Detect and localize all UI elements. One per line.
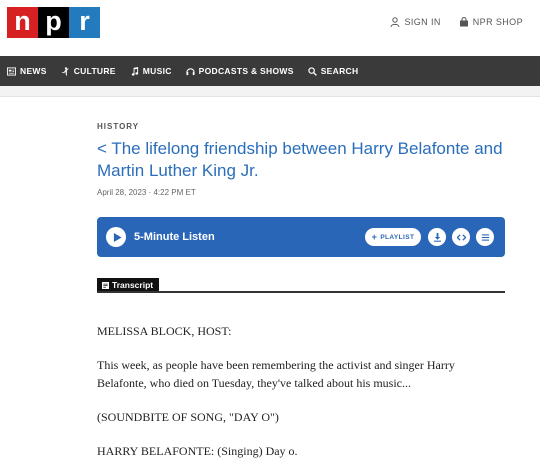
listen-duration-label: 5-Minute Listen (134, 231, 215, 243)
sign-in-label: SIGN IN (404, 17, 441, 27)
play-button[interactable] (106, 227, 126, 247)
article-slug[interactable]: HISTORY (97, 122, 139, 131)
site-header: n p r SIGN IN NPR SHOP (0, 0, 540, 56)
transcript-tab-label: Transcript (112, 280, 154, 290)
transcript-paragraph: HARRY BELAFONTE: (Singing) Day o. (97, 444, 298, 458)
transcript-tab[interactable]: Transcript (97, 278, 160, 292)
npr-shop-label: NPR SHOP (472, 17, 523, 27)
nav-item-music[interactable]: MUSIC (130, 66, 172, 76)
embed-icon (456, 233, 466, 241)
nav-item-podcasts[interactable]: PODCASTS & SHOWS (186, 66, 294, 76)
shopping-bag-icon (459, 17, 468, 27)
nav-divider (0, 86, 540, 97)
npr-shop-link[interactable]: NPR SHOP (459, 17, 523, 27)
transcript-icon (102, 281, 109, 289)
search-icon (308, 66, 317, 76)
article-date: April 28, 2023 · 4:22 PM ET (97, 188, 196, 197)
plus-icon: + (371, 231, 378, 242)
logo-letter-p: p (38, 7, 69, 38)
nav-label: MUSIC (142, 66, 172, 76)
logo-letter-n: n (7, 7, 38, 38)
play-icon (113, 232, 122, 242)
nav-item-search[interactable]: SEARCH (308, 66, 359, 76)
logo-letter-r: r (69, 7, 100, 38)
transcript-speaker: MELISSA BLOCK, HOST: (97, 324, 232, 338)
sign-in-link[interactable]: SIGN IN (390, 17, 440, 27)
nav-label: CULTURE (73, 66, 116, 76)
nav-item-culture[interactable]: CULTURE (61, 66, 116, 76)
main-nav: NEWS CULTURE MUSIC PODCASTS & SHOWS SEAR… (0, 56, 540, 86)
culture-icon (61, 66, 69, 76)
add-to-playlist-button[interactable]: + PLAYLIST (365, 228, 421, 246)
download-icon (433, 232, 441, 242)
music-icon (131, 66, 138, 76)
transcript-soundbite: (SOUNDBITE OF SONG, "DAY O") (97, 410, 279, 424)
audio-player: 5-Minute Listen + PLAYLIST (97, 217, 505, 257)
embed-button[interactable] (452, 228, 470, 246)
download-button[interactable] (428, 228, 446, 246)
nav-label: PODCASTS & SHOWS (198, 66, 294, 76)
menu-lines-icon (481, 233, 489, 241)
nav-label: NEWS (20, 66, 47, 76)
playlist-label: PLAYLIST (380, 233, 415, 241)
npr-logo[interactable]: n p r (7, 7, 100, 38)
news-icon (7, 66, 16, 76)
transcript-paragraph: This week, as people have been rememberi… (97, 358, 455, 390)
nav-item-news[interactable]: NEWS (7, 66, 47, 76)
transcript-divider (97, 291, 505, 293)
user-icon (390, 17, 400, 27)
article-title: < The lifelong friendship between Harry … (97, 139, 503, 180)
nav-label: SEARCH (320, 66, 359, 76)
top-links: SIGN IN NPR SHOP (390, 17, 523, 27)
transcript-menu-button[interactable] (476, 228, 494, 246)
headphones-icon (186, 67, 195, 75)
